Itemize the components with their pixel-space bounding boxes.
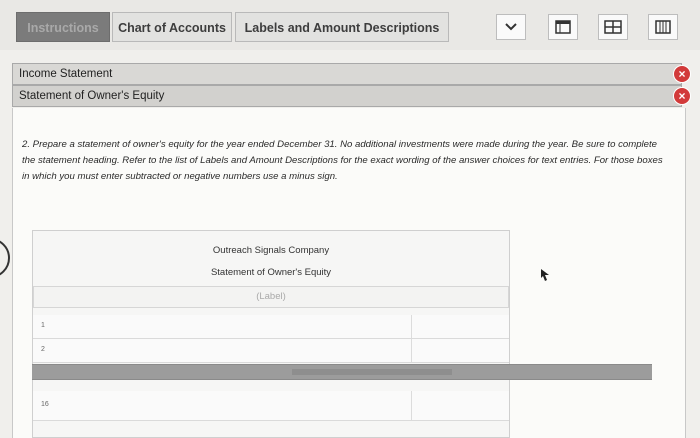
dropdown-button[interactable] (496, 14, 526, 40)
worksheet-view-button[interactable] (548, 14, 578, 40)
scrollbar-thumb[interactable] (292, 369, 452, 375)
close-icon[interactable]: × (673, 65, 691, 83)
list-view-icon (655, 20, 671, 34)
worksheet-icon (555, 20, 571, 34)
row-input[interactable] (51, 391, 412, 420)
close-icon[interactable]: × (673, 87, 691, 105)
tab-labels-and-amount-descriptions[interactable]: Labels and Amount Descriptions (235, 12, 449, 42)
mouse-cursor-icon (541, 269, 549, 281)
top-tab-bar: Instructions Chart of Accounts Labels an… (0, 0, 700, 50)
row-number: 16 (41, 401, 49, 408)
split-view-button[interactable] (598, 14, 628, 40)
subtab-statement-of-owners-equity[interactable]: Statement of Owner's Equity × (12, 85, 691, 107)
statement-form: Outreach Signals Company Statement of Ow… (32, 230, 510, 438)
tab-labels-label: Labels and Amount Descriptions (244, 21, 440, 35)
tab-instructions-label: Instructions (27, 21, 99, 35)
row-input[interactable] (51, 339, 412, 362)
table-row: 16 (33, 391, 509, 421)
row-number: 2 (41, 346, 45, 353)
statement-title: Statement of Owner's Equity (210, 267, 332, 278)
table-row: 2 (33, 339, 509, 363)
tab-chart-of-accounts[interactable]: Chart of Accounts (112, 12, 232, 42)
list-view-button[interactable] (648, 14, 678, 40)
tab-chart-of-accounts-label: Chart of Accounts (118, 21, 226, 35)
row-number: 1 (41, 322, 45, 329)
subtab-income-statement[interactable]: Income Statement × (12, 63, 691, 85)
table-row: 1 (33, 315, 509, 339)
subtab-owners-equity-label: Statement of Owner's Equity (19, 90, 165, 102)
instructions-text: 2. Prepare a statement of owner's equity… (22, 139, 663, 182)
split-view-icon (604, 20, 622, 34)
label-input[interactable]: (Label) (33, 286, 509, 308)
left-edge-circle (0, 238, 10, 278)
company-name: Outreach Signals Company (212, 245, 330, 256)
tab-instructions[interactable]: Instructions (16, 12, 110, 42)
horizontal-scrollbar[interactable] (32, 364, 652, 380)
row-input[interactable] (51, 315, 412, 338)
chevron-down-icon (505, 23, 517, 31)
subtab-income-statement-label: Income Statement (19, 68, 113, 80)
